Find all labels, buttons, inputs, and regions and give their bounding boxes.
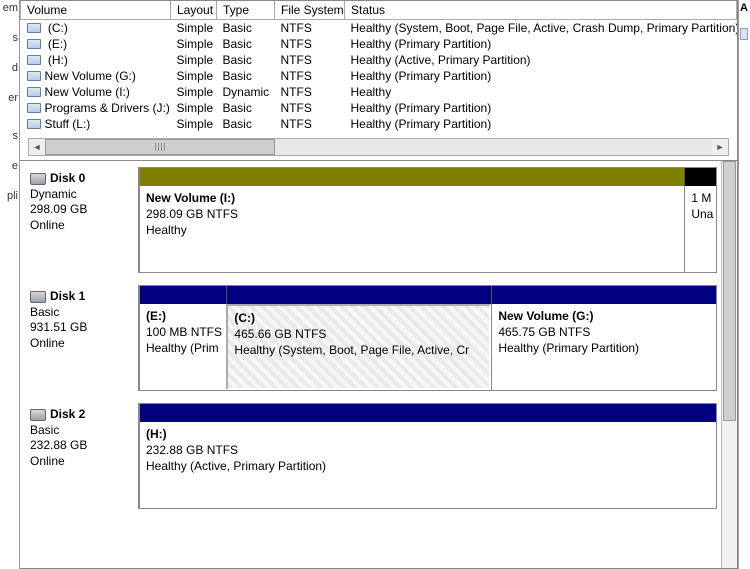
partition-title: (C:) [234,310,483,326]
partition[interactable]: 1 M Una [684,186,716,272]
right-label: A [740,2,749,14]
partition-bar[interactable] [226,286,491,304]
disk-size: 298.09 GB [30,202,132,218]
col-status[interactable]: Status [345,1,737,20]
partition-size: 465.75 GB NTFS [498,324,710,340]
right-pane-indicator[interactable] [740,28,748,40]
partition-size: 232.88 GB NTFS [146,442,710,458]
disk-name: Disk 0 [50,171,85,187]
disk-state: Online [30,454,132,470]
vol-name: (E:) [45,37,68,51]
disk-info[interactable]: Disk 0 Dynamic 298.09 GB Online [24,167,139,273]
volume-icon [27,55,41,65]
table-row[interactable]: New Volume (I:)SimpleDynamicNTFSHealthy [21,84,737,100]
volume-icon [27,119,41,129]
scroll-thumb[interactable] [45,139,275,155]
vol-name: Programs & Drivers (J:) [45,101,170,115]
horizontal-scrollbar[interactable]: ◄ ► [28,138,729,156]
partition-title: New Volume (I:) [146,190,678,206]
volume-list[interactable]: Volume Layout Type File System Status (C… [20,1,737,132]
volume-icon [27,39,41,49]
table-row[interactable]: Stuff (L:)SimpleBasicNTFSHealthy (Primar… [21,116,737,132]
partition-size: 465.66 GB NTFS [234,326,483,342]
partition-bar[interactable] [684,168,716,186]
disk-type: Dynamic [30,187,132,203]
disk-type: Basic [30,423,132,439]
disk-icon [30,291,46,303]
vertical-scrollbar[interactable] [721,161,737,568]
disk-state: Online [30,218,132,234]
volume-icon [27,87,41,97]
scroll-right-icon[interactable]: ► [712,139,728,155]
col-volume[interactable]: Volume [21,1,171,20]
partition-title: 1 M [691,190,710,206]
disk-size: 931.51 GB [30,320,132,336]
table-row[interactable]: New Volume (G:)SimpleBasicNTFSHealthy (P… [21,68,737,84]
vol-name: (C:) [45,21,68,35]
partition-bar[interactable] [491,286,716,304]
disk-info[interactable]: Disk 1 Basic 931.51 GB Online [24,285,139,391]
partition[interactable]: (E:) 100 MB NTFS Healthy (Prim [140,304,226,390]
disk-icon [30,409,46,421]
disk-info[interactable]: Disk 2 Basic 232.88 GB Online [24,403,139,509]
left-nav-strip: emsdersepli [0,0,20,569]
partition-title: (E:) [146,308,220,324]
partition-size: Una [691,206,710,222]
table-row[interactable]: (H:)SimpleBasicNTFSHealthy (Active, Prim… [21,52,737,68]
table-row[interactable]: (E:)SimpleBasicNTFSHealthy (Primary Part… [21,36,737,52]
disk-management-pane: Volume Layout Type File System Status (C… [20,0,738,569]
partition-status: Healthy (Primary Partition) [498,340,710,356]
partition-status: Healthy (Prim [146,340,220,356]
col-layout[interactable]: Layout [171,1,217,20]
disk-state: Online [30,336,132,352]
partition-status: Healthy (System, Boot, Page File, Active… [234,342,483,358]
partition-title: New Volume (G:) [498,308,710,324]
partition-bar[interactable] [140,404,716,422]
volume-icon [27,103,41,113]
right-pane-strip[interactable]: A [738,0,750,569]
disk-type: Basic [30,305,132,321]
table-row[interactable]: (C:)SimpleBasicNTFSHealthy (System, Boot… [21,20,737,37]
vol-name: New Volume (I:) [45,85,130,99]
partitions: New Volume (I:) 298.09 GB NTFS Healthy 1… [139,167,717,273]
partition-status: Healthy [146,222,678,238]
partition-size: 100 MB NTFS [146,324,220,340]
scroll-track[interactable] [45,139,712,155]
disk-row[interactable]: Disk 0 Dynamic 298.09 GB Online New Volu… [24,167,717,273]
disk-icon [30,173,46,185]
scroll-left-icon[interactable]: ◄ [29,139,45,155]
partition[interactable]: New Volume (G:) 465.75 GB NTFS Healthy (… [491,304,716,390]
partition-bar[interactable] [140,286,226,304]
vol-name: New Volume (G:) [45,69,136,83]
partitions: (H:) 232.88 GB NTFS Healthy (Active, Pri… [139,403,717,509]
partition-selected[interactable]: (C:) 465.66 GB NTFS Healthy (System, Boo… [226,304,491,390]
vol-name: (H:) [45,53,68,67]
volume-icon [27,71,41,81]
partition-size: 298.09 GB NTFS [146,206,678,222]
col-fs[interactable]: File System [275,1,345,20]
partition-title: (H:) [146,426,710,442]
disk-name: Disk 2 [50,407,85,423]
volume-icon [27,23,41,33]
partition[interactable]: (H:) 232.88 GB NTFS Healthy (Active, Pri… [140,422,716,508]
volume-table[interactable]: Volume Layout Type File System Status (C… [20,1,737,132]
partition-bar[interactable] [140,168,684,186]
partition-status: Healthy (Active, Primary Partition) [146,458,710,474]
graphical-view: Disk 0 Dynamic 298.09 GB Online New Volu… [20,161,721,568]
partitions: (E:) 100 MB NTFS Healthy (Prim (C:) 465.… [139,285,717,391]
col-type[interactable]: Type [217,1,275,20]
scroll-thumb[interactable] [723,161,736,421]
disk-size: 232.88 GB [30,438,132,454]
disk-row[interactable]: Disk 1 Basic 931.51 GB Online [24,285,717,391]
disk-row[interactable]: Disk 2 Basic 232.88 GB Online (H:) 232.8… [24,403,717,509]
disk-name: Disk 1 [50,289,85,305]
vol-name: Stuff (L:) [45,117,91,131]
table-row[interactable]: Programs & Drivers (J:)SimpleBasicNTFSHe… [21,100,737,116]
partition[interactable]: New Volume (I:) 298.09 GB NTFS Healthy [140,186,684,272]
